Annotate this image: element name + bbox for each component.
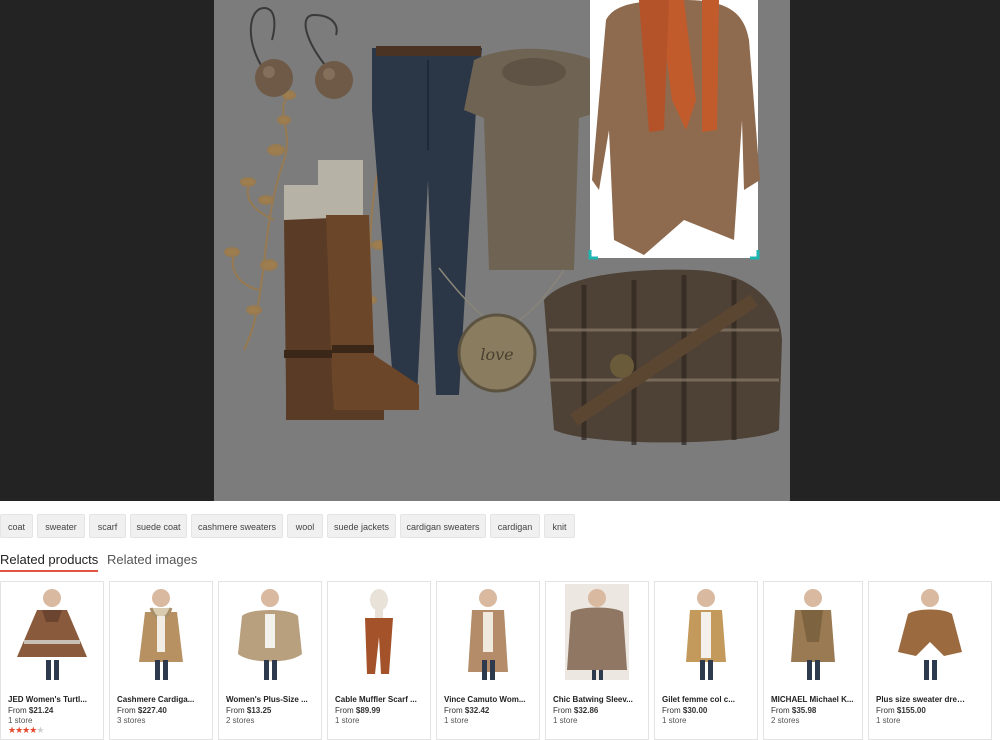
product-name[interactable]: Vince Camuto Wom... xyxy=(444,695,536,704)
tag-chip-knit[interactable]: knit xyxy=(544,514,575,538)
product-name[interactable]: Cable Muffler Scarf ... xyxy=(335,695,427,704)
tag-chip-scarf[interactable]: scarf xyxy=(89,514,126,538)
product-card[interactable]: JED Women's Turtl... From $21.24 1 store ★★… xyxy=(0,581,104,740)
product-store-count: 1 store xyxy=(876,716,901,725)
product-thumbnail[interactable] xyxy=(655,582,757,688)
product-thumbnail[interactable] xyxy=(219,582,321,688)
product-name[interactable]: Chic Batwing Sleev... xyxy=(553,695,645,704)
product-price: From $227.40 xyxy=(117,706,167,715)
product-price: From $89.99 xyxy=(335,706,380,715)
product-store-count: 3 stores xyxy=(117,716,146,725)
plaid-bag xyxy=(544,269,782,445)
product-price-prefix: From xyxy=(662,706,683,715)
star-icon: ★ xyxy=(36,725,44,735)
product-price-prefix: From xyxy=(444,706,465,715)
product-price: From $21.24 xyxy=(8,706,53,715)
product-price-prefix: From xyxy=(335,706,356,715)
outfit-collage-drawing: love xyxy=(224,0,782,445)
product-name[interactable]: Women's Plus-Size ... xyxy=(226,695,318,704)
product-thumbnail[interactable] xyxy=(869,582,991,688)
product-price: From $35.98 xyxy=(771,706,816,715)
product-thumbnail[interactable] xyxy=(110,582,212,688)
product-price-prefix: From xyxy=(226,706,247,715)
product-name[interactable]: Gilet femme col c... xyxy=(662,695,754,704)
product-price-prefix: From xyxy=(771,706,792,715)
product-thumbnail[interactable] xyxy=(437,582,539,688)
product-card[interactable]: Vince Camuto Wom... From $32.42 1 store xyxy=(436,581,540,740)
necklace-text: love xyxy=(480,345,513,364)
product-name[interactable]: Plus size sweater dress Tu... xyxy=(876,695,968,704)
tag-chips-row: coat sweater scarf suede coat cashmere s… xyxy=(0,514,1000,538)
product-price-prefix: From xyxy=(876,706,897,715)
product-card[interactable]: MICHAEL Michael K... From $35.98 2 stores xyxy=(763,581,863,740)
product-price: From $155.00 xyxy=(876,706,926,715)
product-thumbnail[interactable] xyxy=(546,582,648,688)
product-price-value: $32.86 xyxy=(573,706,599,715)
tab-related-products[interactable]: Related products xyxy=(0,552,99,572)
product-price-value: $13.25 xyxy=(246,706,272,715)
product-name[interactable]: JED Women's Turtl... xyxy=(8,695,100,704)
tag-chip-sweater[interactable]: sweater xyxy=(37,514,85,538)
top-shirt xyxy=(464,48,606,270)
product-name[interactable]: Cashmere Cardiga... xyxy=(117,695,209,704)
product-store-count: 1 store xyxy=(553,716,578,725)
tag-chip-cashmere-sweaters[interactable]: cashmere sweaters xyxy=(191,514,283,538)
tag-chip-cardigan[interactable]: cardigan xyxy=(490,514,540,538)
product-thumbnail[interactable] xyxy=(764,582,862,688)
earrings xyxy=(249,6,353,99)
product-card[interactable]: Cashmere Cardiga... From $227.40 3 stores xyxy=(109,581,213,740)
product-thumbnail[interactable] xyxy=(328,582,430,688)
tag-chip-cardigan-sweaters[interactable]: cardigan sweaters xyxy=(400,514,486,538)
product-card[interactable]: Gilet femme col c... From $30.00 1 store xyxy=(654,581,758,740)
product-rating: ★★★★★ xyxy=(8,725,44,736)
results-tabs: Related products Related images xyxy=(0,552,400,574)
product-price: From $30.00 xyxy=(662,706,707,715)
product-store-count: 2 stores xyxy=(771,716,800,725)
related-products-list: JED Women's Turtl... From $21.24 1 store ★★… xyxy=(0,581,1000,740)
product-store-count: 1 store xyxy=(8,716,33,725)
product-card[interactable]: Women's Plus-Size ... From $13.25 2 stores xyxy=(218,581,322,740)
product-price-value: $30.00 xyxy=(682,706,708,715)
tag-chip-suede-jackets[interactable]: suede jackets xyxy=(327,514,396,538)
product-price-value: $227.40 xyxy=(137,706,167,715)
outfit-collage-image[interactable]: love xyxy=(214,0,790,501)
product-thumbnail[interactable] xyxy=(1,582,103,688)
product-price: From $32.86 xyxy=(553,706,598,715)
product-price-value: $89.99 xyxy=(355,706,381,715)
image-viewer: love xyxy=(0,0,1000,501)
product-price: From $13.25 xyxy=(226,706,271,715)
product-price-prefix: From xyxy=(117,706,138,715)
tag-chip-suede-coat[interactable]: suede coat xyxy=(130,514,187,538)
product-store-count: 1 store xyxy=(335,716,360,725)
product-price-value: $21.24 xyxy=(28,706,54,715)
product-price: From $32.42 xyxy=(444,706,489,715)
product-price-prefix: From xyxy=(8,706,29,715)
product-price-prefix: From xyxy=(553,706,574,715)
product-price-value: $155.00 xyxy=(896,706,926,715)
product-price-value: $35.98 xyxy=(791,706,817,715)
product-card[interactable]: Cable Muffler Scarf ... From $89.99 1 stor… xyxy=(327,581,431,740)
tag-chip-coat[interactable]: coat xyxy=(0,514,33,538)
tag-chip-wool[interactable]: wool xyxy=(287,514,323,538)
product-store-count: 1 store xyxy=(662,716,687,725)
product-name[interactable]: MICHAEL Michael K... xyxy=(771,695,862,704)
product-card[interactable]: Chic Batwing Sleev... From $32.86 1 store xyxy=(545,581,649,740)
selected-cardigan-region[interactable] xyxy=(588,0,760,260)
product-card[interactable]: Plus size sweater dress Tu... From $155.0… xyxy=(868,581,992,740)
product-price-value: $32.42 xyxy=(464,706,490,715)
product-store-count: 1 store xyxy=(444,716,469,725)
tab-related-images[interactable]: Related images xyxy=(107,552,197,572)
product-store-count: 2 stores xyxy=(226,716,255,725)
